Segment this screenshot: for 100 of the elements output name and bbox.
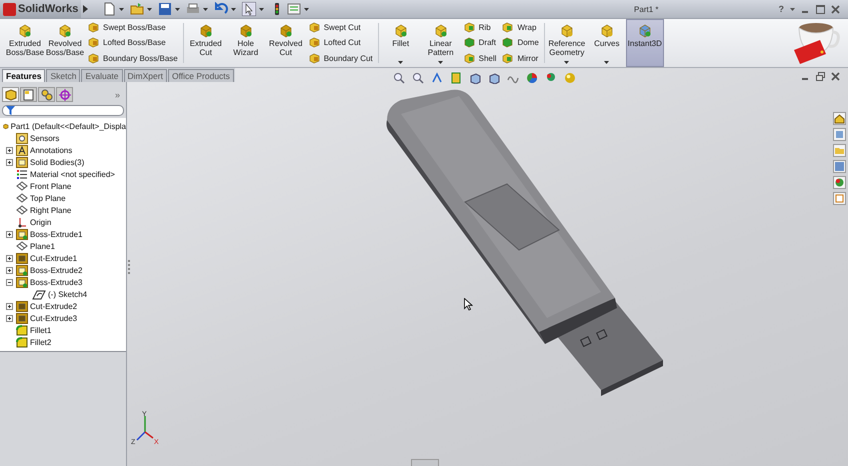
save-icon[interactable] — [158, 2, 172, 16]
feature-icon — [502, 52, 514, 64]
ribbon-button[interactable]: Draft — [464, 37, 496, 48]
tree-item[interactable]: Boss-Extrude1 — [30, 230, 82, 238]
feature-manager-icon[interactable] — [2, 87, 19, 102]
maximize-icon[interactable] — [816, 4, 825, 14]
ribbon-button[interactable]: Hole Wizard — [226, 19, 265, 67]
close-icon[interactable] — [831, 4, 840, 14]
tree-item[interactable]: (-) Sketch4 — [48, 290, 88, 298]
undo-icon[interactable] — [214, 2, 228, 16]
command-tab[interactable]: Features — [2, 69, 46, 82]
expander-icon[interactable] — [6, 278, 13, 286]
dropdown-arrow-icon[interactable] — [119, 8, 124, 10]
ribbon-button[interactable]: Dome — [502, 37, 539, 48]
dropdown-arrow-icon[interactable] — [398, 61, 404, 64]
command-tab[interactable]: Evaluate — [81, 69, 123, 82]
page-icon[interactable] — [102, 2, 116, 16]
printer-icon[interactable] — [186, 2, 200, 16]
ribbon-button[interactable]: Wrap — [502, 22, 539, 34]
zoom-area-icon[interactable] — [412, 72, 424, 84]
command-tab[interactable]: DimXpert — [124, 69, 167, 82]
dropdown-arrow-icon[interactable] — [564, 61, 570, 64]
feature-icon — [434, 24, 448, 38]
sw-badge-icon — [3, 2, 16, 16]
tree-item[interactable]: Sensors — [30, 134, 60, 142]
target-icon[interactable] — [56, 87, 73, 102]
dropdown-arrow-icon[interactable] — [231, 8, 236, 10]
ribbon-button[interactable]: Extruded Cut — [186, 19, 225, 67]
expander-icon[interactable] — [6, 146, 13, 154]
property-manager-icon[interactable] — [20, 87, 37, 102]
expander-icon[interactable] — [6, 158, 13, 166]
filter-field[interactable] — [2, 105, 124, 116]
help-button[interactable]: ? — [778, 4, 784, 14]
tree-item[interactable]: Plane1 — [30, 242, 55, 250]
options-icon[interactable] — [287, 2, 302, 16]
tree-item[interactable]: Top Plane — [30, 194, 66, 202]
dropdown-arrow-icon[interactable] — [304, 8, 310, 10]
command-tab[interactable]: Sketch — [46, 69, 80, 82]
plane-icon — [16, 204, 28, 216]
dropdown-arrow-icon[interactable] — [604, 61, 610, 64]
zoom-fit-icon[interactable] — [393, 72, 405, 84]
feature-icon — [308, 22, 320, 34]
ribbon-button[interactable]: Rib — [464, 22, 496, 34]
ribbon-button[interactable]: Lofted Boss/Base — [88, 37, 178, 48]
dropdown-arrow-icon[interactable] — [790, 8, 795, 10]
tree-item[interactable]: Right Plane — [30, 206, 72, 214]
close-icon[interactable] — [831, 72, 840, 81]
fillet-icon — [16, 336, 28, 348]
ribbon-button[interactable]: Reference Geometry — [548, 19, 586, 67]
tree-item[interactable]: Fillet1 — [30, 326, 52, 334]
ribbon-button[interactable]: Mirror — [502, 52, 539, 64]
appearance-icon[interactable] — [526, 72, 538, 84]
ribbon-button[interactable]: Linear Pattern — [422, 19, 460, 67]
ribbon-button[interactable]: Swept Cut — [308, 22, 373, 34]
ribbon-button[interactable]: Revolved Boss/Base — [46, 19, 84, 67]
tree-item[interactable]: Fillet2 — [30, 338, 52, 346]
appearance-icon[interactable] — [833, 176, 846, 189]
tree-item[interactable]: Origin — [30, 218, 52, 226]
tree-item[interactable]: Boss-Extrude3 — [30, 278, 82, 286]
pointer-icon[interactable] — [242, 2, 256, 16]
home-icon[interactable] — [833, 112, 846, 125]
feature-icon — [238, 24, 253, 38]
tree-item[interactable]: Cut-Extrude1 — [30, 254, 78, 262]
ribbon-button[interactable]: Boundary Boss/Base — [88, 52, 178, 64]
tree-item[interactable]: Annotations — [30, 146, 72, 154]
expander-icon[interactable] — [6, 254, 13, 262]
ribbon-button[interactable]: Extruded Boss/Base — [6, 19, 44, 67]
ribbon-button[interactable]: Fillet — [382, 19, 420, 67]
scene-icon[interactable] — [545, 72, 557, 84]
ribbon-button[interactable]: Lofted Cut — [308, 37, 373, 48]
fillet-icon — [16, 324, 28, 336]
dropdown-arrow-icon[interactable] — [175, 8, 180, 10]
ribbon-button[interactable]: Shell — [464, 52, 496, 64]
ribbon-button[interactable]: Boundary Cut — [308, 52, 373, 64]
restore-icon[interactable] — [816, 72, 825, 81]
dropdown-arrow-icon[interactable] — [203, 8, 208, 10]
expander-icon[interactable] — [6, 266, 13, 274]
expander-icon[interactable] — [6, 314, 13, 322]
configuration-icon[interactable] — [38, 87, 55, 102]
ribbon-button[interactable]: Swept Boss/Base — [88, 22, 178, 34]
ribbon-button[interactable]: Curves — [588, 19, 626, 67]
expander-icon[interactable] — [6, 302, 13, 310]
more-button[interactable]: » — [114, 90, 120, 100]
expand-arrow-icon[interactable] — [83, 5, 88, 13]
expander-icon[interactable] — [6, 230, 13, 238]
tree-item[interactable]: Cut-Extrude3 — [30, 314, 78, 322]
tree-item[interactable]: Solid Bodies(3) — [30, 158, 84, 166]
dropdown-arrow-icon[interactable] — [259, 8, 264, 10]
tree-item[interactable]: Part1 (Default<<Default>_Displa — [10, 122, 126, 130]
command-tab[interactable]: Office Products — [168, 69, 234, 82]
dropdown-arrow-icon[interactable] — [147, 8, 152, 10]
ribbon-button[interactable]: Revolved Cut — [266, 19, 305, 67]
app-logo[interactable]: SolidWorks — [0, 0, 82, 18]
ribbon-button[interactable]: Instant3D — [626, 19, 664, 67]
tree-item[interactable]: Front Plane — [30, 182, 72, 190]
dropdown-arrow-icon[interactable] — [438, 61, 444, 64]
tree-item[interactable]: Material <not specified> — [30, 170, 115, 178]
pointer-cursor-icon — [464, 298, 473, 311]
tree-item[interactable]: Boss-Extrude2 — [30, 266, 82, 274]
tree-item[interactable]: Cut-Extrude2 — [30, 302, 78, 310]
